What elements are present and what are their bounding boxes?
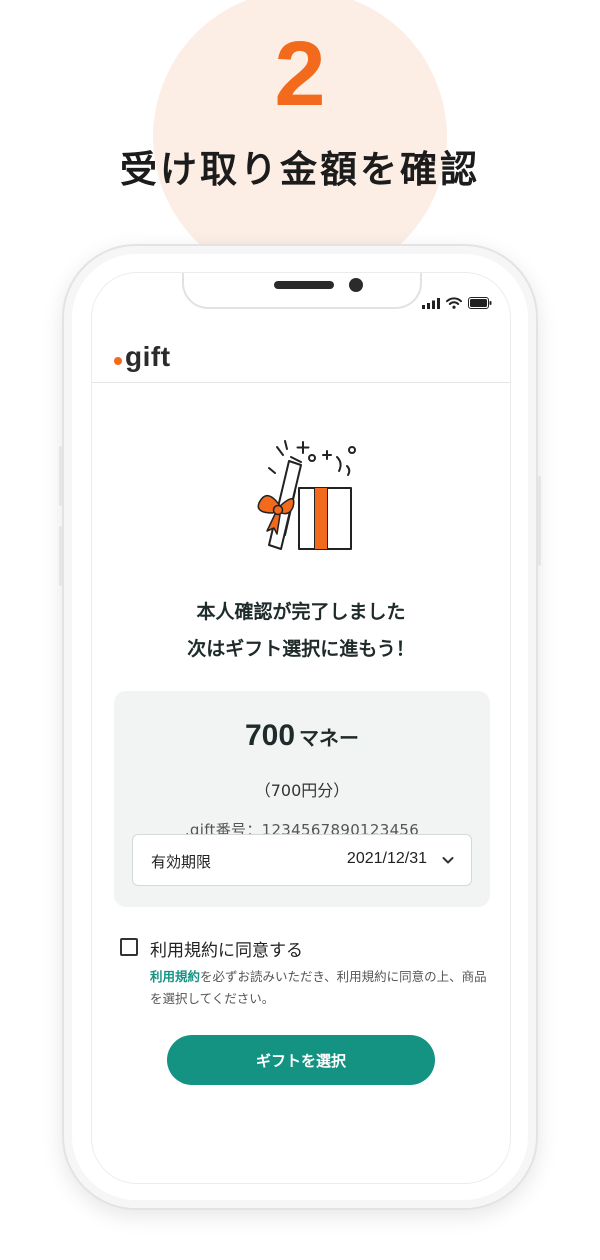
phone-frame: gift 本人確認が完了しました 次はギフト選択に進もう！ 700 マネー （7…: [59, 244, 541, 1210]
camera-icon: [349, 278, 363, 292]
terms-note: 利用規約を必ずお読みいただき、利用規約に同意の上、商品を選択してください。: [150, 966, 490, 1010]
gift-logo[interactable]: gift: [114, 341, 171, 373]
phone-notch: [182, 273, 422, 309]
logo-dot: [114, 357, 122, 365]
phone-side-button: [59, 446, 62, 506]
expiry-value: 2021/12/31: [346, 850, 427, 867]
expiry-dropdown[interactable]: 有効期限 2021/12/31: [132, 834, 472, 886]
app-header: gift: [92, 335, 510, 383]
logo-text: gift: [125, 341, 171, 372]
next-step-message: 次はギフト選択に進もう！: [187, 638, 415, 660]
status-bar: [422, 297, 492, 309]
completion-message: 本人確認が完了しました: [196, 601, 406, 623]
amount-value: 700: [244, 719, 296, 752]
speaker-icon: [274, 281, 334, 289]
open-gift-box-illustration: [257, 440, 356, 550]
agree-checkbox[interactable]: [120, 938, 138, 956]
expiry-label: 有効期限: [151, 853, 212, 871]
phone-side-button: [538, 476, 541, 566]
battery-icon: [468, 297, 492, 309]
amount-unit: マネー: [299, 726, 360, 750]
select-gift-button[interactable]: ギフトを選択: [167, 1035, 435, 1085]
chevron-down-icon: [442, 857, 454, 864]
wifi-icon: [446, 297, 462, 309]
amount-yen: （700円分）: [254, 781, 350, 800]
terms-note-text: を必ずお読みいただき、利用規約に同意の上、商品を選択してください。: [150, 969, 487, 1006]
amount-card: 700 マネー （700円分） .gift番号：1234567890123456 …: [114, 691, 490, 907]
step-title: 受け取り金額を確認: [120, 148, 480, 191]
phone-side-button: [59, 526, 62, 586]
agree-label[interactable]: 利用規約に同意する: [150, 936, 303, 961]
terms-link[interactable]: 利用規約: [150, 969, 200, 984]
phone-screen: gift 本人確認が完了しました 次はギフト選択に進もう！ 700 マネー （7…: [91, 272, 511, 1184]
step-number: 2: [274, 23, 326, 125]
signal-icon: [422, 297, 440, 309]
amount-display: 700 マネー: [114, 719, 490, 753]
